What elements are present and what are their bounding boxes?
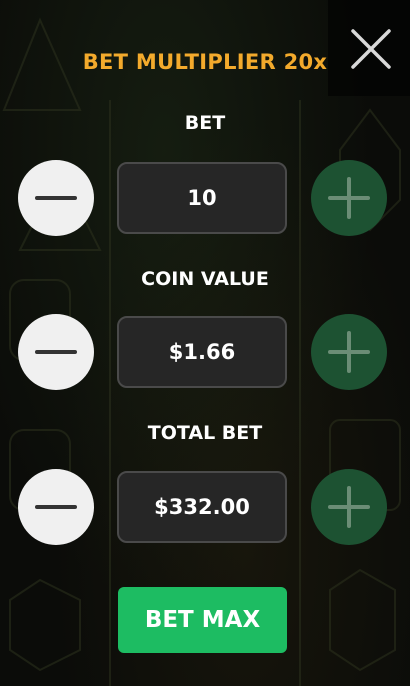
- total-bet-increase-button[interactable]: [311, 469, 387, 545]
- coin-value-increase-button[interactable]: [311, 314, 387, 390]
- bet-multiplier-title: BET MULTIPLIER 20x: [82, 50, 328, 74]
- bet-value-display: 10: [117, 162, 287, 234]
- total-bet-label: TOTAL BET: [147, 422, 263, 444]
- coin-value-display: $1.66: [117, 316, 287, 388]
- bet-settings-screen: BET MULTIPLIER 20x BET 10 COIN VALUE $1.…: [0, 0, 410, 686]
- minus-icon: [35, 505, 77, 509]
- total-bet-decrease-button[interactable]: [18, 469, 94, 545]
- plus-icon-vertical: [347, 486, 351, 528]
- plus-icon-vertical: [347, 177, 351, 219]
- bet-increase-button[interactable]: [311, 160, 387, 236]
- plus-icon-vertical: [347, 331, 351, 373]
- coin-value-decrease-button[interactable]: [18, 314, 94, 390]
- total-bet-display: $332.00: [117, 471, 287, 543]
- coin-value-label: COIN VALUE: [141, 268, 269, 290]
- bet-decrease-button[interactable]: [18, 160, 94, 236]
- minus-icon: [35, 196, 77, 200]
- minus-icon: [35, 350, 77, 354]
- bet-label: BET: [184, 112, 226, 134]
- bet-max-button[interactable]: BET MAX: [118, 587, 287, 653]
